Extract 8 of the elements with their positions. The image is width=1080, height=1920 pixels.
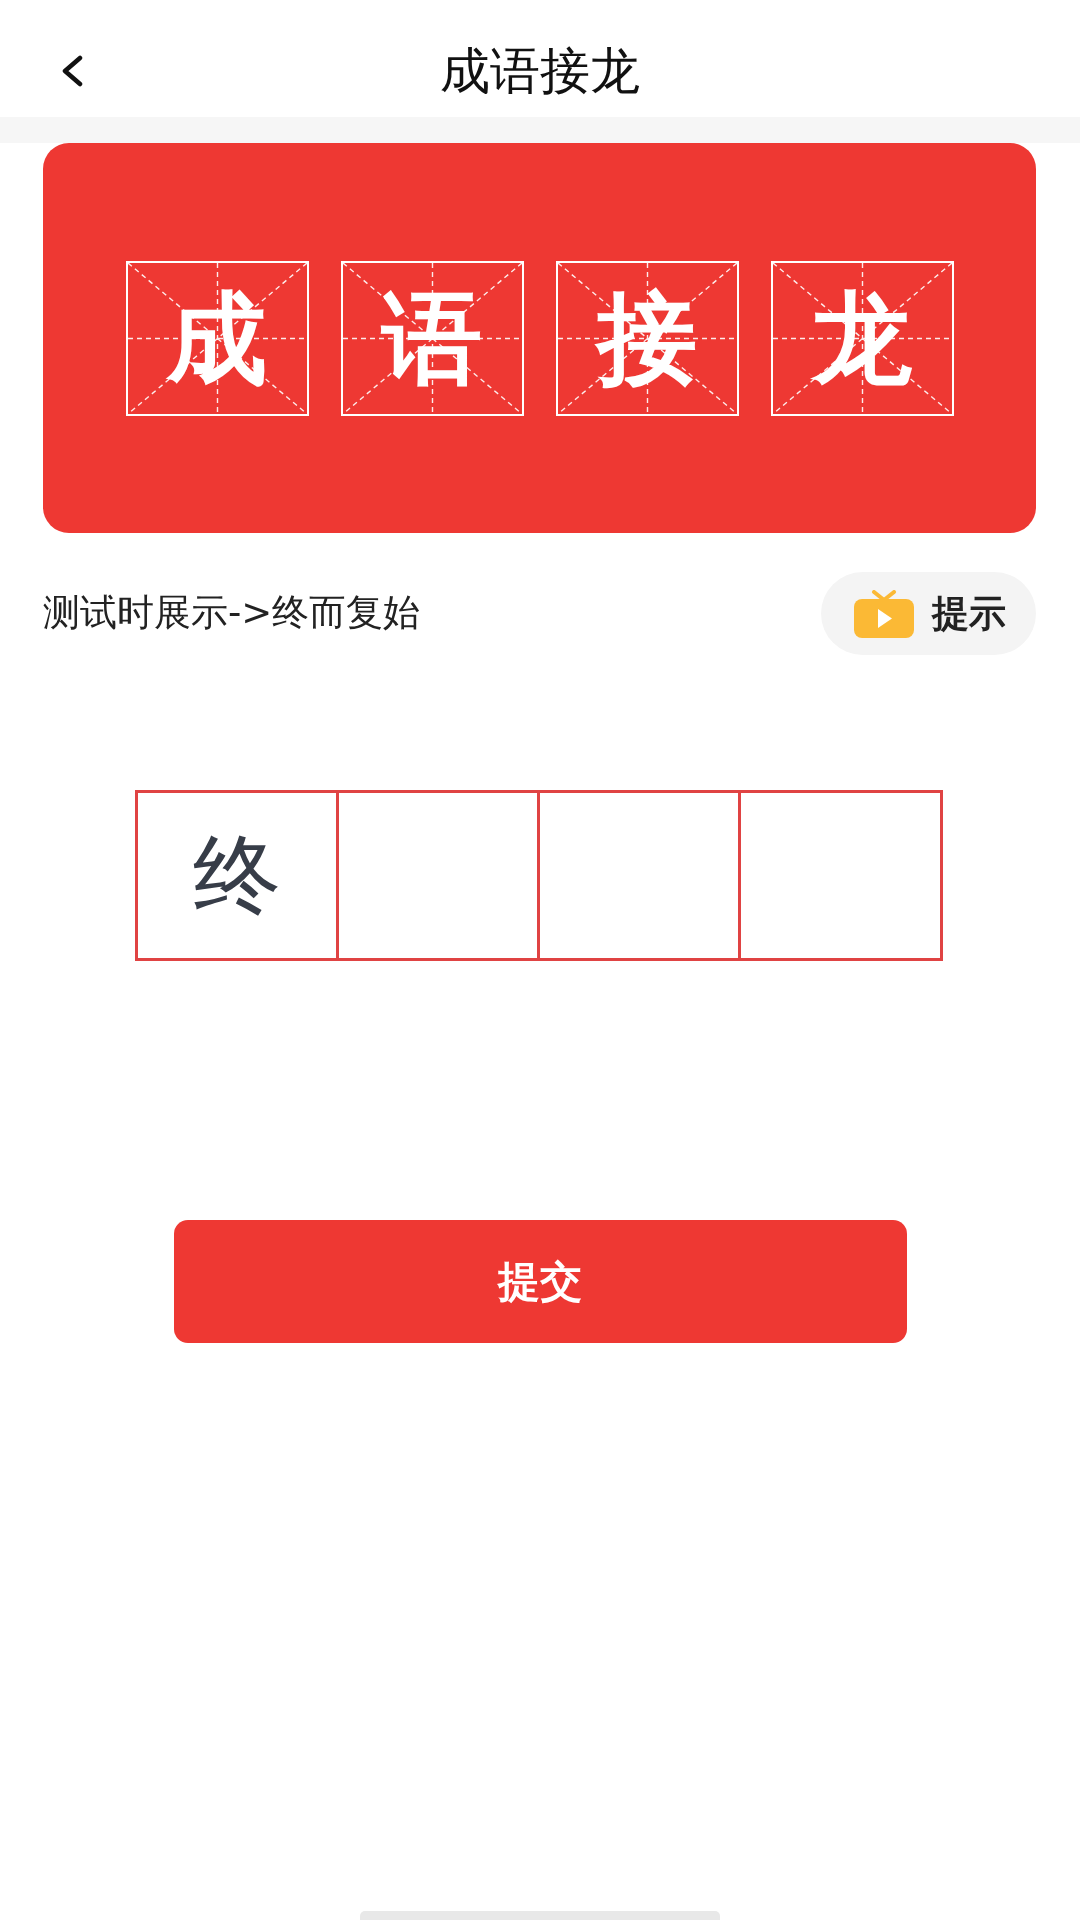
answer-box[interactable]: 终 <box>134 790 339 961</box>
page-title: 成语接龙 <box>440 45 640 96</box>
submit-button[interactable]: 提交 <box>173 1220 907 1343</box>
answer-preview-text: 测试时展示->终而复始 <box>43 591 421 636</box>
answer-box[interactable] <box>738 790 943 961</box>
hint-button[interactable]: 提示 <box>821 572 1036 655</box>
tv-play-icon <box>854 589 914 638</box>
chevron-left-icon <box>60 54 84 87</box>
